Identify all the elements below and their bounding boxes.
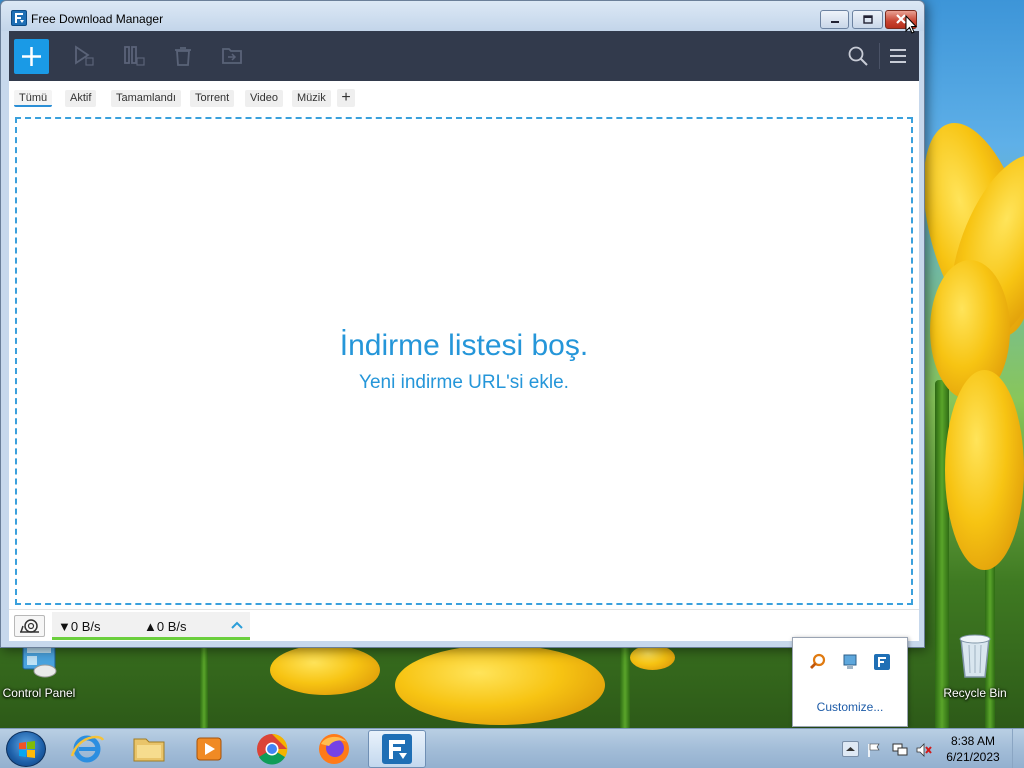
taskbar-file-explorer[interactable] <box>120 730 178 768</box>
speed-panel[interactable]: ▼0 B/s ▲0 B/s <box>52 612 250 640</box>
toolbar-separator <box>879 43 880 69</box>
taskbar-chrome[interactable] <box>243 730 301 768</box>
minimize-icon <box>830 11 840 29</box>
mouse-cursor-icon <box>905 14 918 39</box>
chrome-icon <box>257 733 288 765</box>
window-title: Free Download Manager <box>31 12 164 26</box>
volume-muted-icon[interactable] <box>915 742 933 763</box>
menu-icon[interactable] <box>888 47 908 70</box>
app-logo-icon <box>11 10 27 26</box>
resume-icon[interactable] <box>73 45 95 72</box>
maximize-button[interactable] <box>852 10 883 29</box>
clock-time: 8:38 AM <box>950 734 996 748</box>
add-url-link[interactable]: Yeni indirme URL'si ekle. <box>17 372 911 394</box>
minimize-button[interactable] <box>820 10 849 29</box>
add-download-button[interactable] <box>14 39 49 74</box>
taskbar-clock[interactable]: 8:38 AM 6/21/2023 <box>938 733 1008 765</box>
status-bar: ▼0 B/s ▲0 B/s <box>9 609 919 641</box>
tab-completed[interactable]: Tamamlandı <box>111 90 181 107</box>
taskbar: 8:38 AM 6/21/2023 <box>0 728 1024 768</box>
free-download-manager-icon <box>382 734 412 764</box>
delete-icon[interactable] <box>172 45 194 72</box>
tab-torrent[interactable]: Torrent <box>190 90 235 107</box>
taskbar-media-player[interactable] <box>180 730 238 768</box>
desktop-icon-label: Recycle Bin <box>943 686 1007 700</box>
customize-link[interactable]: Customize... <box>793 700 907 714</box>
fdm-window: Free Download Manager Tümü Aktif Tamamla… <box>0 0 925 648</box>
window-client: Tümü Aktif Tamamlandı Torrent Video Müzi… <box>9 31 919 641</box>
filter-tabs: Tümü Aktif Tamamlandı Torrent Video Müzi… <box>9 81 919 113</box>
show-desktop-button[interactable] <box>1012 729 1024 768</box>
desktop-icon-control-panel[interactable]: Control Panel <box>0 641 84 700</box>
file-explorer-icon <box>133 738 165 762</box>
media-player-icon <box>196 737 222 761</box>
speed-limit-button[interactable] <box>14 615 45 637</box>
chevron-up-icon[interactable] <box>230 618 244 636</box>
tab-video[interactable]: Video <box>245 90 283 107</box>
main-toolbar <box>9 31 919 81</box>
clock-date: 6/21/2023 <box>946 750 1000 764</box>
empty-list-title: İndirme listesi boş. <box>339 329 589 362</box>
internet-explorer-icon <box>70 735 105 763</box>
firefox-icon <box>319 734 349 764</box>
start-button[interactable] <box>6 731 46 767</box>
recycle-bin-icon <box>930 631 1020 682</box>
network-icon[interactable] <box>891 742 909 763</box>
tab-all[interactable]: Tümü <box>14 90 53 107</box>
desktop-icon-recycle-bin[interactable]: Recycle Bin <box>930 631 1020 700</box>
action-center-flag-icon[interactable] <box>866 742 882 763</box>
desktop-icon-label: Control Panel <box>2 686 76 700</box>
network-tray-icon[interactable] <box>841 653 859 671</box>
free-download-manager-tray-icon[interactable] <box>873 653 891 671</box>
maximize-icon <box>862 11 873 29</box>
move-folder-icon[interactable] <box>221 45 243 72</box>
snail-icon <box>20 619 39 633</box>
add-tab-button[interactable]: + <box>337 89 355 107</box>
tray-overflow-popup: Customize... <box>792 637 908 727</box>
taskbar-free-download-manager[interactable] <box>368 730 426 768</box>
window-titlebar[interactable]: Free Download Manager <box>1 1 924 31</box>
windows-logo-icon <box>19 741 35 758</box>
upload-speed: ▲0 B/s <box>144 619 187 634</box>
chevron-up-icon <box>846 747 855 751</box>
tab-active[interactable]: Aktif <box>65 90 97 107</box>
pause-icon[interactable] <box>123 45 145 72</box>
search-icon[interactable] <box>847 45 869 72</box>
download-list-dropzone[interactable]: İndirme listesi boş. Yeni indirme URL'si… <box>15 117 913 605</box>
tab-music[interactable]: Müzik <box>292 90 331 107</box>
taskbar-internet-explorer[interactable] <box>58 730 116 768</box>
taskbar-firefox[interactable] <box>305 730 363 768</box>
tray-show-hidden-button[interactable] <box>842 741 859 757</box>
plus-icon <box>22 47 41 66</box>
search-tray-icon[interactable] <box>809 653 827 671</box>
download-speed: ▼0 B/s <box>58 619 101 634</box>
